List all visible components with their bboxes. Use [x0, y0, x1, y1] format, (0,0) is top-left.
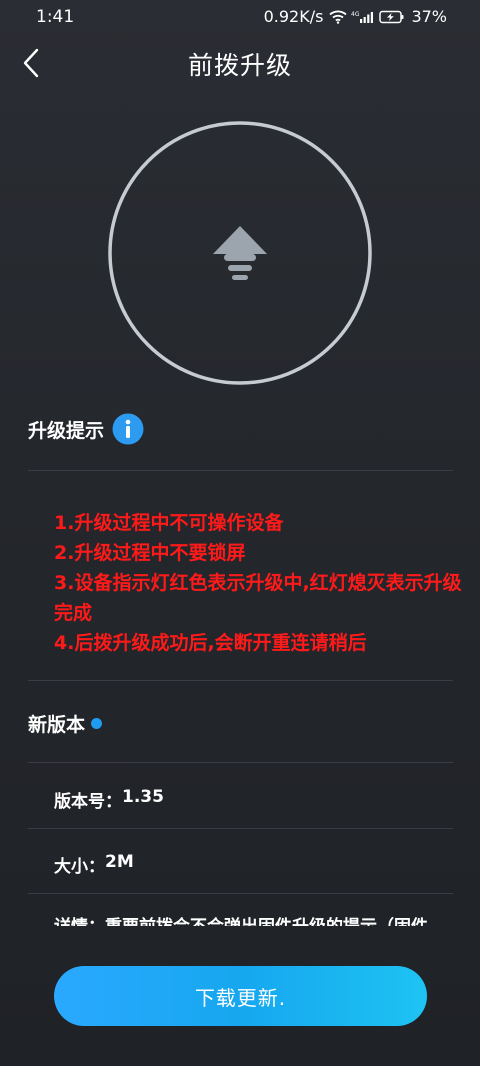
size-label: 大小： — [54, 857, 105, 877]
signal-4g-icon: 4G — [351, 11, 374, 23]
info-icon[interactable] — [112, 413, 144, 445]
details-row: 详情：重要前拨会不会弹出固件升级的提示（固件 — [54, 912, 474, 926]
warning-item-1: 1.升级过程中不可操作设备 — [54, 512, 284, 534]
warning-item-3: 3.设备指示灯红色表示升级中,红灯熄灭表示升级完成 — [54, 572, 462, 624]
upgrade-ring — [107, 120, 373, 386]
download-update-label: 下载更新. — [194, 985, 287, 1010]
divider — [28, 828, 453, 829]
new-version-dot-icon — [91, 718, 103, 729]
network-speed: 0.92K/s — [263, 7, 324, 26]
warning-item-4: 4.后拨升级成功后,会断开重连请稍后 — [54, 632, 367, 654]
status-bar: 1:41 0.92K/s 4G 37% — [0, 0, 480, 34]
page-title: 前拨升级 — [187, 51, 292, 80]
size-row: 大小： 2M — [54, 852, 134, 877]
version-label: 版本号： — [54, 792, 122, 812]
upload-arrow-icon — [213, 226, 267, 280]
battery-level: 37% — [411, 7, 447, 26]
battery-charging-icon — [379, 10, 404, 23]
size-value: 2M — [105, 852, 134, 872]
new-version-heading-row: 新版本 — [28, 710, 103, 737]
tips-heading-row: 升级提示 — [28, 413, 144, 445]
upgrade-warnings: 1.升级过程中不可操作设备 2.升级过程中不要锁屏 3.设备指示灯红色表示升级中… — [54, 508, 464, 658]
status-icons: 4G — [329, 10, 405, 24]
version-value: 1.35 — [122, 787, 164, 807]
divider — [28, 893, 453, 894]
divider — [28, 680, 453, 681]
app-header: 前拨升级 — [0, 34, 480, 94]
status-time: 1:41 — [36, 7, 75, 27]
wifi-icon — [329, 10, 348, 24]
version-row: 版本号： 1.35 — [54, 787, 164, 812]
svg-text:4G: 4G — [351, 11, 360, 18]
warning-item-2: 2.升级过程中不要锁屏 — [54, 542, 246, 564]
divider — [28, 762, 453, 763]
status-right: 0.92K/s 4G 37% — [264, 7, 447, 26]
download-update-button[interactable]: 下载更新. — [54, 966, 427, 1026]
tips-heading: 升级提示 — [28, 419, 105, 442]
details-text: 详情：重要前拨会不会弹出固件升级的提示（固件 — [54, 916, 474, 926]
new-version-heading: 新版本 — [28, 714, 86, 736]
divider — [28, 470, 453, 471]
